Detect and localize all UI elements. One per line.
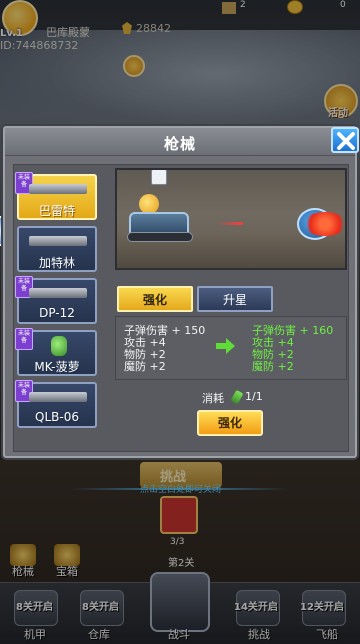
modal-title: 枪械 [163, 135, 196, 153]
bullet-trail [217, 222, 243, 225]
close-button[interactable] [331, 127, 359, 153]
hit-blast [303, 212, 345, 236]
tab-upgrade[interactable]: 强化 [117, 286, 193, 312]
shotgun-icon [29, 288, 87, 298]
sniper-rifle-icon [29, 184, 87, 194]
close-icon [337, 132, 355, 150]
weapon-item-barrett[interactable]: 未装备 巴雷特 [15, 172, 97, 220]
weapon-modal: 枪械 未装备 巴雷特 加特林 未装备 DP-12 未装备 MK-菠萝 未装备 Q… [3, 126, 359, 458]
skin-toggle-icon[interactable] [151, 170, 167, 185]
weapon-name: QLB-06 [35, 410, 79, 424]
weapon-item-mk-pineapple[interactable]: 未装备 MK-菠萝 [15, 328, 97, 376]
grenade-icon [51, 336, 67, 356]
weapon-name: MK-菠萝 [34, 360, 80, 374]
weapon-item-dp12[interactable]: 未装备 DP-12 [15, 276, 97, 324]
tank-tread [127, 232, 193, 242]
weapon-name: 加特林 [38, 256, 75, 270]
modal-header: 枪械 [5, 128, 355, 156]
upgrade-button[interactable]: 强化 [197, 410, 263, 436]
weapon-item-qlb06[interactable]: 未装备 QLB-06 [15, 380, 97, 428]
weapon-preview [115, 168, 347, 270]
tab-star[interactable]: 升星 [197, 286, 273, 312]
stats-panel: 子弹伤害 + 150 攻击 +4 物防 +2 魔防 +2 子弹伤害 + 160 … [115, 316, 347, 380]
stat-next-magic-def: 魔防 +2 [252, 360, 294, 373]
cost-value: 1/1 [245, 390, 263, 403]
weapon-badge: 未装备 [15, 328, 33, 350]
pilot-character [139, 194, 159, 214]
weapon-item-gatling[interactable]: 加特林 [17, 226, 97, 272]
cost-label: 消耗 [202, 392, 224, 405]
grenade-launcher-icon [29, 392, 87, 402]
arrow-right-icon [216, 338, 235, 354]
weapon-name: DP-12 [39, 306, 75, 320]
stat-current-magic-def: 魔防 +2 [124, 360, 166, 373]
gatling-gun-icon [29, 236, 87, 246]
weapon-name: 巴雷特 [38, 204, 75, 218]
